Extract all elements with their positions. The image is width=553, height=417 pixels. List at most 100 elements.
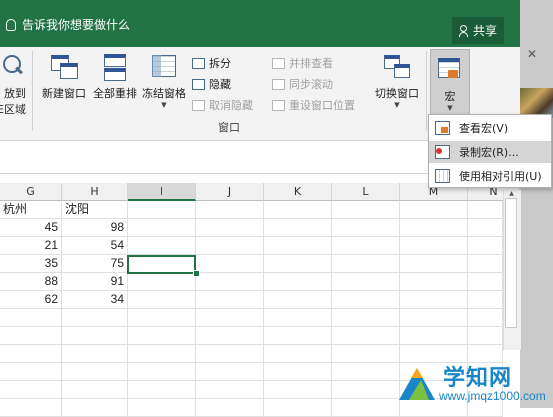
- hide-label: 隐藏: [209, 78, 231, 91]
- cell-g-3[interactable]: 35: [0, 255, 62, 273]
- switch-windows-button[interactable]: 切换窗口 ▼: [370, 53, 424, 109]
- freeze-panes-button[interactable]: 冻结窗格 ▼: [140, 53, 188, 109]
- cell-g-4[interactable]: 88: [0, 273, 62, 291]
- unhide-label: 取消隐藏: [209, 99, 253, 112]
- cell-g-header[interactable]: 杭州: [0, 201, 62, 219]
- sync-scroll-icon: [272, 78, 285, 90]
- reset-position-icon: [272, 99, 285, 111]
- scrollbar-thumb[interactable]: [505, 198, 517, 328]
- tell-me-box[interactable]: 告诉我你想要做什么: [6, 16, 130, 33]
- new-window-label: 新建窗口: [42, 87, 86, 100]
- magnifier-icon: [0, 53, 23, 81]
- tell-me-text: 告诉我你想要做什么: [22, 18, 131, 32]
- freeze-panes-icon: [149, 53, 179, 81]
- watermark-title: 学知网: [443, 366, 513, 391]
- watermark-logo-icon: [399, 368, 435, 400]
- menu-item-relative-reference-label: 使用相对引用(U): [459, 170, 542, 183]
- unhide-button[interactable]: 取消隐藏: [192, 97, 253, 113]
- reset-window-position-button[interactable]: 重设窗口位置: [272, 97, 355, 113]
- column-header-l[interactable]: L: [332, 183, 400, 201]
- split-icon: [192, 57, 205, 69]
- side-by-side-icon: [272, 57, 285, 69]
- cell-h-5[interactable]: 34: [62, 291, 128, 309]
- menu-item-view-macros-label: 查看宏(V): [459, 122, 509, 135]
- column-header-k[interactable]: K: [264, 183, 332, 201]
- title-bar: 告诉我你想要做什么 共享: [0, 0, 520, 47]
- zoom-label-line2: E区域: [0, 103, 26, 116]
- relative-reference-icon: [435, 169, 451, 183]
- switch-windows-label: 切换窗口: [375, 87, 419, 100]
- arrange-all-button[interactable]: 全部重排: [90, 53, 140, 101]
- cell-h-2[interactable]: 54: [62, 237, 128, 255]
- fill-handle[interactable]: [193, 270, 200, 277]
- watermark-url: www.jmqz1000.com: [439, 389, 546, 403]
- cell-h-3[interactable]: 75: [62, 255, 128, 273]
- hide-icon: [192, 78, 205, 90]
- cell-h-header[interactable]: 沈阳: [62, 201, 128, 219]
- menu-item-record-macro-label: 录制宏(R)...: [459, 146, 519, 159]
- macros-icon: [438, 58, 462, 80]
- share-button[interactable]: 共享: [452, 17, 504, 44]
- freeze-panes-label: 冻结窗格: [142, 87, 186, 100]
- sync-scroll-button[interactable]: 同步滚动: [272, 76, 333, 92]
- grid-column-line: [195, 201, 196, 417]
- grid-row-line: [0, 218, 503, 219]
- grid-column-line: [331, 201, 332, 417]
- arrange-all-label: 全部重排: [93, 87, 137, 100]
- reset-window-position-label: 重设窗口位置: [289, 99, 355, 112]
- scroll-up-arrow-icon[interactable]: ▲: [503, 190, 520, 198]
- split-label: 拆分: [209, 57, 231, 70]
- desktop-edge: [520, 0, 553, 408]
- column-header-i[interactable]: I: [128, 183, 196, 201]
- close-icon[interactable]: ✕: [527, 47, 537, 61]
- macros-dropdown-menu: 查看宏(V) 录制宏(R)... 使用相对引用(U): [428, 114, 552, 188]
- zoom-to-selection-button[interactable]: 放到 E区域: [0, 53, 26, 117]
- grid-row-line: [0, 326, 503, 327]
- new-window-icon: [49, 53, 79, 81]
- group-separator: [426, 51, 427, 131]
- cell-h-4[interactable]: 91: [62, 273, 128, 291]
- grid-row-line: [0, 344, 503, 345]
- lightbulb-icon: [6, 18, 16, 31]
- grid-row-line: [0, 290, 503, 291]
- sync-scroll-label: 同步滚动: [289, 78, 333, 91]
- group-separator: [32, 51, 33, 131]
- view-side-by-side-button[interactable]: 并排查看: [272, 55, 333, 71]
- column-header-g[interactable]: G: [0, 183, 62, 201]
- zoom-label-line1: 放到: [4, 87, 26, 100]
- macros-label: 宏: [444, 90, 456, 103]
- chevron-down-icon: ▼: [447, 104, 453, 112]
- cell-g-1[interactable]: 45: [0, 219, 62, 237]
- grid-row-line: [0, 308, 503, 309]
- menu-item-record-macro[interactable]: 录制宏(R)...: [429, 141, 551, 163]
- menu-item-view-macros[interactable]: 查看宏(V): [429, 117, 551, 139]
- view-macros-icon: [435, 121, 451, 135]
- hide-button[interactable]: 隐藏: [192, 76, 231, 92]
- share-label: 共享: [472, 24, 497, 38]
- watermark: 学知网 www.jmqz1000.com: [395, 358, 553, 408]
- new-window-button[interactable]: 新建窗口: [38, 53, 90, 101]
- grid-column-line: [61, 201, 62, 417]
- menu-item-relative-reference[interactable]: 使用相对引用(U): [429, 165, 551, 187]
- record-macro-icon: [435, 145, 451, 159]
- window-group-label: 窗口: [218, 121, 240, 134]
- split-button[interactable]: 拆分: [192, 55, 231, 71]
- person-icon: [458, 24, 468, 37]
- switch-windows-icon: [382, 53, 412, 81]
- grid-row-line: [0, 272, 503, 273]
- arrange-all-icon: [100, 53, 130, 81]
- unhide-icon: [192, 99, 205, 111]
- chevron-down-icon: ▼: [394, 101, 400, 109]
- grid-column-line: [127, 201, 128, 417]
- column-header-j[interactable]: J: [196, 183, 264, 201]
- cell-g-5[interactable]: 62: [0, 291, 62, 309]
- grid-column-line: [263, 201, 264, 417]
- column-header-h[interactable]: H: [62, 183, 128, 201]
- view-side-by-side-label: 并排查看: [289, 57, 333, 70]
- active-cell-selection[interactable]: [127, 255, 196, 274]
- grid-row-line: [0, 236, 503, 237]
- cell-h-1[interactable]: 98: [62, 219, 128, 237]
- chevron-down-icon: ▼: [161, 101, 167, 109]
- grid-row-line: [0, 254, 503, 255]
- cell-g-2[interactable]: 21: [0, 237, 62, 255]
